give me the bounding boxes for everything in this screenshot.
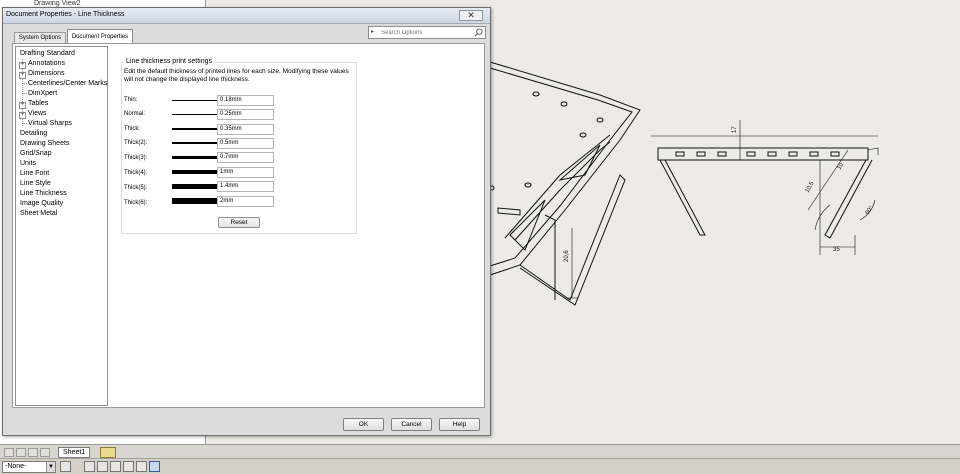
thick5-line-sample <box>172 184 218 189</box>
tree-item-line-thickness[interactable]: Line Thickness <box>20 189 67 198</box>
chevron-down-icon[interactable]: ▼ <box>46 462 55 472</box>
thick2-label: Thick(2): <box>124 140 148 146</box>
close-button[interactable]: ✕ <box>459 10 483 21</box>
tree-item-line-style[interactable]: Line Style <box>20 179 51 188</box>
tree-item-sheet-metal[interactable]: Sheet Metal <box>20 209 57 218</box>
status-table-icon[interactable] <box>136 461 147 472</box>
normal-line-sample <box>172 114 218 115</box>
reset-button[interactable]: Reset <box>218 217 260 228</box>
status-bar: -None- ▼ <box>0 458 960 474</box>
options-tree: Drafting Standard + Annotations + Dimens… <box>15 46 108 406</box>
next-sheet-arrow-icon[interactable] <box>28 448 38 457</box>
close-icon: ✕ <box>467 10 475 20</box>
thin-value-field[interactable]: 0.18mm <box>217 95 274 106</box>
status-part-icon[interactable] <box>84 461 95 472</box>
search-icon[interactable] <box>474 28 483 37</box>
expand-tables-icon[interactable]: + <box>19 102 26 109</box>
status-view-icon[interactable] <box>149 461 160 472</box>
first-sheet-arrow-icon[interactable] <box>4 448 14 457</box>
tree-item-line-font[interactable]: Line Font <box>20 169 49 178</box>
dimension-60-deg: 60° <box>865 205 875 216</box>
thick4-value-field[interactable]: 1mm <box>217 167 274 178</box>
expand-views-icon[interactable]: + <box>19 112 26 119</box>
tab-system-options[interactable]: System Options <box>14 32 66 43</box>
configuration-value: -None- <box>5 463 27 470</box>
properties-content-panel: Drafting Standard + Annotations + Dimens… <box>12 43 485 408</box>
feature-tree-item-drawing-view2[interactable]: Drawing View2 <box>34 0 81 7</box>
document-properties-dialog: Document Properties - Line Thickness ✕ S… <box>2 7 491 436</box>
thick3-label: Thick(3): <box>124 155 148 161</box>
thick3-value-field[interactable]: 0.7mm <box>217 152 274 163</box>
thick6-line-sample <box>172 198 218 204</box>
dimension-10-5: 10,5 <box>805 180 816 194</box>
ok-button[interactable]: OK <box>343 418 384 431</box>
prev-sheet-arrow-icon[interactable] <box>16 448 26 457</box>
thick-value-field[interactable]: 0.35mm <box>217 124 274 135</box>
thick5-label: Thick(5): <box>124 185 148 191</box>
tree-connector <box>23 123 27 124</box>
tree-item-tables[interactable]: Tables <box>28 99 48 108</box>
thick4-line-sample <box>172 170 218 174</box>
cancel-button[interactable]: Cancel <box>391 418 432 431</box>
tree-item-units[interactable]: Units <box>20 159 36 168</box>
tree-item-annotations[interactable]: Annotations <box>28 59 65 68</box>
thin-label: Thin: <box>124 97 138 103</box>
tree-item-views[interactable]: Views <box>28 109 47 118</box>
tree-item-image-quality[interactable]: Image Quality <box>20 199 63 208</box>
tree-item-drawing-sheets[interactable]: Drawing Sheets <box>20 139 69 148</box>
tree-item-centerlines[interactable]: Centerlines/Center Marks <box>28 79 107 88</box>
tree-connector <box>23 83 27 84</box>
expand-annotations-icon[interactable]: + <box>19 62 26 69</box>
expand-dimensions-icon[interactable]: + <box>19 72 26 79</box>
status-list-icon[interactable] <box>110 461 121 472</box>
thick3-line-sample <box>172 156 218 159</box>
status-assembly-icon[interactable] <box>97 461 108 472</box>
thick6-value-field[interactable]: 2mm <box>217 196 274 207</box>
dimension-17: 17 <box>732 126 738 133</box>
tree-item-drafting-standard[interactable]: Drafting Standard <box>20 49 75 58</box>
thick-label: Thick: <box>124 126 141 132</box>
thin-line-sample <box>172 100 218 101</box>
thick2-line-sample <box>172 142 218 144</box>
dimension-10: 10 <box>837 162 846 171</box>
dimension-35: 35 <box>833 247 840 253</box>
group-description: Edit the default thickness of printed li… <box>124 68 349 83</box>
thick5-value-field[interactable]: 1.4mm <box>217 181 274 192</box>
tree-connector <box>23 93 27 94</box>
tree-item-dimxpert[interactable]: DimXpert <box>28 89 57 98</box>
tree-item-grid-snap[interactable]: Grid/Snap <box>20 149 52 158</box>
normal-label: Normal: <box>124 111 146 117</box>
thick-line-sample <box>172 128 218 130</box>
dialog-title-bar[interactable]: Document Properties - Line Thickness ✕ <box>3 8 490 24</box>
search-options-box[interactable]: ▸ <box>368 26 486 39</box>
search-dropdown-icon[interactable]: ▸ <box>371 28 374 35</box>
configuration-select[interactable]: -None- ▼ <box>2 461 56 473</box>
status-grid-icon[interactable] <box>123 461 134 472</box>
add-sheet-icon[interactable] <box>100 447 116 458</box>
thick2-value-field[interactable]: 0.5mm <box>217 138 274 149</box>
tab-document-properties[interactable]: Document Properties <box>67 29 133 43</box>
help-button[interactable]: Help <box>439 418 480 431</box>
tree-item-virtual-sharps[interactable]: Virtual Sharps <box>28 119 72 128</box>
sheet-tab-sheet1[interactable]: Sheet1 <box>58 447 91 458</box>
last-sheet-arrow-icon[interactable] <box>40 448 50 457</box>
dimension-20-6: 20,6 <box>564 250 570 262</box>
normal-value-field[interactable]: 0.25mm <box>217 109 274 120</box>
thick6-label: Thick(6): <box>124 200 148 206</box>
status-folder-icon[interactable] <box>60 461 71 472</box>
tree-item-dimensions[interactable]: Dimensions <box>28 69 65 78</box>
search-input[interactable] <box>381 28 471 38</box>
tree-item-detailing[interactable]: Detailing <box>20 129 47 138</box>
dialog-title: Document Properties - Line Thickness <box>6 11 125 18</box>
group-title: Line thickness print settings <box>124 58 214 65</box>
sheet-tab-bar: Sheet1 <box>0 444 960 458</box>
thick4-label: Thick(4): <box>124 170 148 176</box>
